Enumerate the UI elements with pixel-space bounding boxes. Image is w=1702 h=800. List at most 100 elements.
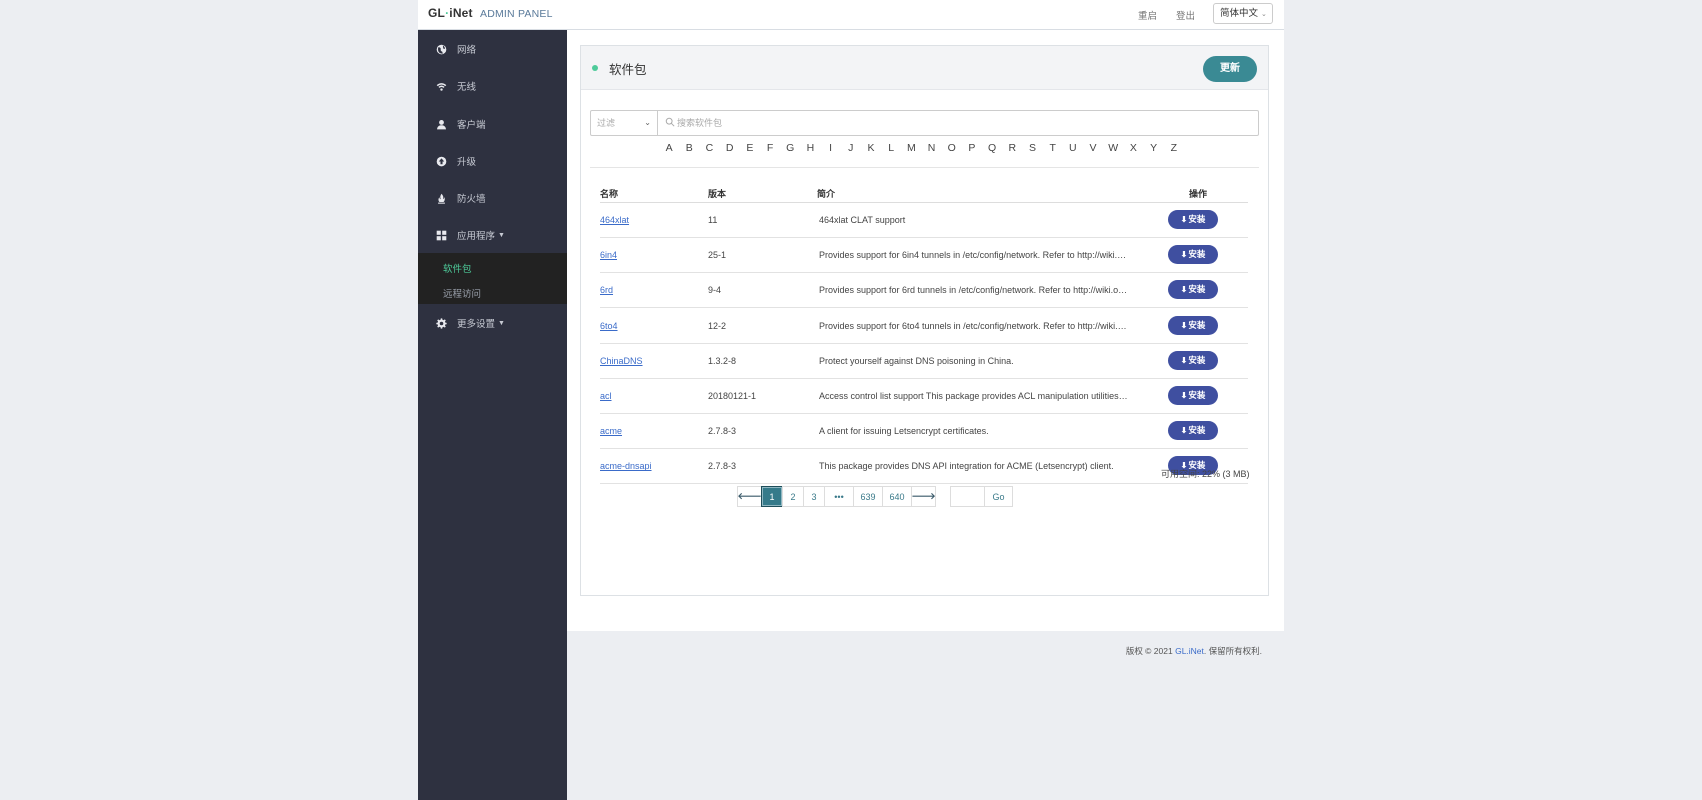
sidebar-item-firewall[interactable]: 防火墙 xyxy=(418,183,567,213)
submenu-item-remote-access[interactable]: 远程访问 xyxy=(443,286,481,300)
download-icon: ⬇ xyxy=(1180,355,1188,365)
logo[interactable]: GL·iNet xyxy=(428,6,473,20)
download-icon: ⬇ xyxy=(1180,285,1188,295)
column-header-version: 版本 xyxy=(708,189,727,199)
submenu-item-packages[interactable]: 软件包 xyxy=(443,261,472,275)
letter-filter-y[interactable]: Y xyxy=(1144,142,1164,160)
logout-link[interactable]: 登出 xyxy=(1176,8,1195,22)
letter-filter-g[interactable]: G xyxy=(780,142,800,160)
letter-filter-u[interactable]: U xyxy=(1063,142,1083,160)
main-content: 软件包 更新 过滤 ⌄ ABCDEFGHIJKLMNOPQRSTUVWXYZ 名称… xyxy=(567,30,1284,656)
letter-filter-l[interactable]: L xyxy=(881,142,901,160)
page-button-4[interactable]: ••• xyxy=(824,486,854,507)
package-name-link[interactable]: acl xyxy=(600,391,612,401)
package-name-link[interactable]: 6in4 xyxy=(600,250,617,260)
page-button-5[interactable]: 639 xyxy=(853,486,883,507)
letter-filter-z[interactable]: Z xyxy=(1164,142,1184,160)
table-row: acl 20180121-1 Access control list support… xyxy=(600,379,1248,414)
table-row: 464xlat 11 464xlat CLAT support ⬇安装 xyxy=(600,203,1248,238)
package-description: Provides support for 6in4 tunnels in /et… xyxy=(819,250,1129,261)
column-header-name: 名称 xyxy=(600,189,619,199)
download-icon: ⬇ xyxy=(1180,426,1188,436)
sidebar-item-clients[interactable]: 客户端 xyxy=(418,109,567,139)
top-header: GL·iNet ADMIN PANEL 重启 登出 简体中文 ⌄ xyxy=(418,0,1284,30)
download-icon: ⬇ xyxy=(1180,391,1188,400)
install-button[interactable]: ⬇安装 xyxy=(1168,350,1218,370)
letter-filter-v[interactable]: V xyxy=(1083,142,1103,160)
page-jump: Go xyxy=(950,486,1013,507)
letter-filter-c[interactable]: C xyxy=(699,142,719,160)
letter-filter-x[interactable]: X xyxy=(1123,142,1143,160)
packages-card: 软件包 更新 过滤 ⌄ ABCDEFGHIJKLMNOPQRSTUVWXYZ 名称… xyxy=(580,45,1269,596)
package-name-link[interactable]: 6to4 xyxy=(600,321,618,331)
package-version: 11 xyxy=(708,215,718,225)
table-row: 6rd 9-4 Provides support for 6rd tunnels i… xyxy=(600,273,1248,309)
letter-filter-k[interactable]: K xyxy=(861,142,881,160)
letter-filter-n[interactable]: N xyxy=(921,142,941,160)
install-button[interactable]: ⬇安装 xyxy=(1168,421,1218,441)
page-button-6[interactable]: 640 xyxy=(882,486,912,507)
sidebar-item-network[interactable]: 网络 xyxy=(418,34,567,64)
fire-icon xyxy=(435,192,447,204)
letter-filter-p[interactable]: P xyxy=(962,142,982,160)
package-name-link[interactable]: acme-dnsapi xyxy=(600,461,652,471)
free-space: 可用空间: 22% (3 MB) xyxy=(1161,469,1250,479)
package-name-link[interactable]: ChinaDNS xyxy=(600,356,643,366)
letter-filter-e[interactable]: E xyxy=(740,142,760,160)
letter-filter-w[interactable]: W xyxy=(1103,142,1123,160)
install-button[interactable]: ⬇安装 xyxy=(1168,210,1218,229)
letter-filter-r[interactable]: R xyxy=(1002,142,1022,160)
letter-filter-m[interactable]: M xyxy=(901,142,921,160)
sidebar-item-applications[interactable]: 应用程序 ▼ xyxy=(418,220,567,250)
letter-filter-t[interactable]: T xyxy=(1043,142,1063,160)
package-name-link[interactable]: 6rd xyxy=(600,285,613,295)
sidebar-item-upgrade[interactable]: 升级 xyxy=(418,146,567,176)
letter-filter-j[interactable]: J xyxy=(841,142,861,160)
brand-link[interactable]: GL.iNet xyxy=(1175,646,1204,656)
table-row: 6in4 25-1 Provides support for 6in4 tunnel… xyxy=(600,238,1248,274)
letter-filter-f[interactable]: F xyxy=(760,142,780,160)
page-button-2[interactable]: 2 xyxy=(782,486,804,507)
package-version: 2.7.8-3 xyxy=(708,426,737,437)
package-name-link[interactable]: 464xlat xyxy=(600,215,629,225)
package-description: 464xlat CLAT support xyxy=(819,215,906,225)
letter-filter-b[interactable]: B xyxy=(679,142,699,160)
prev-page-icon[interactable]: 🡐 xyxy=(737,486,762,507)
applications-submenu: 软件包 远程访问 xyxy=(418,253,567,304)
package-description: Protect yourself against DNS poisoning i… xyxy=(819,355,1014,366)
page-button-3[interactable]: 3 xyxy=(803,486,825,507)
package-version: 1.3.2-8 xyxy=(708,355,737,366)
install-button[interactable]: ⬇安装 xyxy=(1168,386,1218,405)
sidebar-item-label: 无线 xyxy=(457,82,477,93)
language-select[interactable]: 简体中文 ⌄ xyxy=(1213,3,1273,24)
letter-filter-d[interactable]: D xyxy=(720,142,740,160)
letter-filter-i[interactable]: I xyxy=(821,142,841,160)
search-input[interactable] xyxy=(659,111,1257,135)
reboot-link[interactable]: 重启 xyxy=(1138,8,1157,22)
install-button[interactable]: ⬇安装 xyxy=(1168,315,1218,335)
package-description: Provides support for 6to4 tunnels in /et… xyxy=(819,320,1129,331)
letter-filter-s[interactable]: S xyxy=(1022,142,1042,160)
sidebar-item-wireless[interactable]: 无线 xyxy=(418,71,567,101)
install-button[interactable]: ⬇安装 xyxy=(1168,245,1218,265)
sidebar-item-more-settings[interactable]: 更多设置 ▼ xyxy=(418,308,567,338)
user-icon xyxy=(435,118,447,130)
table-row: acme 2.7.8-3 A client for issuing Letsencr… xyxy=(600,414,1248,450)
letter-filter-a[interactable]: A xyxy=(659,142,679,160)
page-button-1[interactable]: 1 xyxy=(761,486,783,507)
download-icon: ⬇ xyxy=(1180,250,1188,260)
letter-filter-h[interactable]: H xyxy=(800,142,820,160)
letter-filter-o[interactable]: O xyxy=(942,142,962,160)
letter-filter-q[interactable]: Q xyxy=(982,142,1002,160)
package-description: Access control list support This package… xyxy=(819,391,1129,401)
apps-icon xyxy=(435,229,447,241)
package-description: This package provides DNS API integratio… xyxy=(819,461,1114,472)
install-button[interactable]: ⬇安装 xyxy=(1168,280,1218,300)
package-name-link[interactable]: acme xyxy=(600,426,622,436)
go-button[interactable]: Go xyxy=(984,486,1013,507)
status-dot-icon xyxy=(592,65,598,71)
filter-select[interactable]: 过滤 ⌄ xyxy=(591,111,658,135)
page-jump-input[interactable] xyxy=(950,486,985,507)
next-page-icon[interactable]: 🡒 xyxy=(911,486,936,507)
update-button[interactable]: 更新 xyxy=(1203,56,1257,82)
